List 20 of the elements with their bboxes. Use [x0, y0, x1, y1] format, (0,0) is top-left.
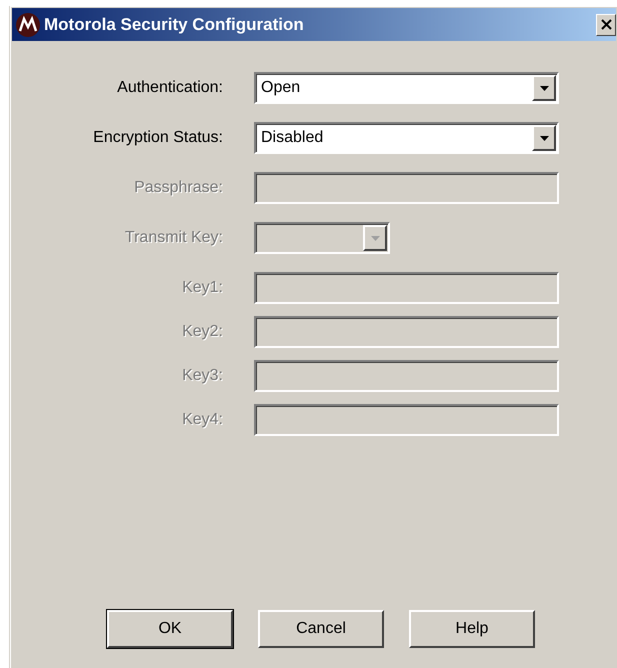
close-icon [600, 19, 612, 30]
dropdown-arrow-icon [540, 136, 548, 140]
dialog-button[interactable]: OK [107, 610, 233, 648]
dropdown-field[interactable]: Disabled [254, 122, 559, 154]
field-label: Encryption Status: [92, 129, 223, 147]
field-label: Passphrase: [133, 179, 223, 197]
window-title: Motorola Security Configuration [44, 14, 304, 34]
field-label: Key4: [181, 411, 223, 429]
field-label: Key2: [181, 323, 223, 341]
close-button[interactable] [596, 14, 616, 36]
dropdown-arrow-icon [540, 86, 548, 90]
dropdown-field[interactable]: Open [254, 72, 559, 104]
dialog-button[interactable]: Cancel [258, 610, 384, 648]
field-label: Authentication: [116, 79, 223, 97]
dialog-button[interactable]: Help [409, 610, 535, 648]
field-label: Key1: [181, 279, 223, 297]
logo-icon [15, 12, 41, 38]
dropdown-arrow-icon [370, 236, 380, 240]
field-label: Key3: [181, 367, 223, 385]
field-label: Transmit Key: [124, 229, 223, 247]
